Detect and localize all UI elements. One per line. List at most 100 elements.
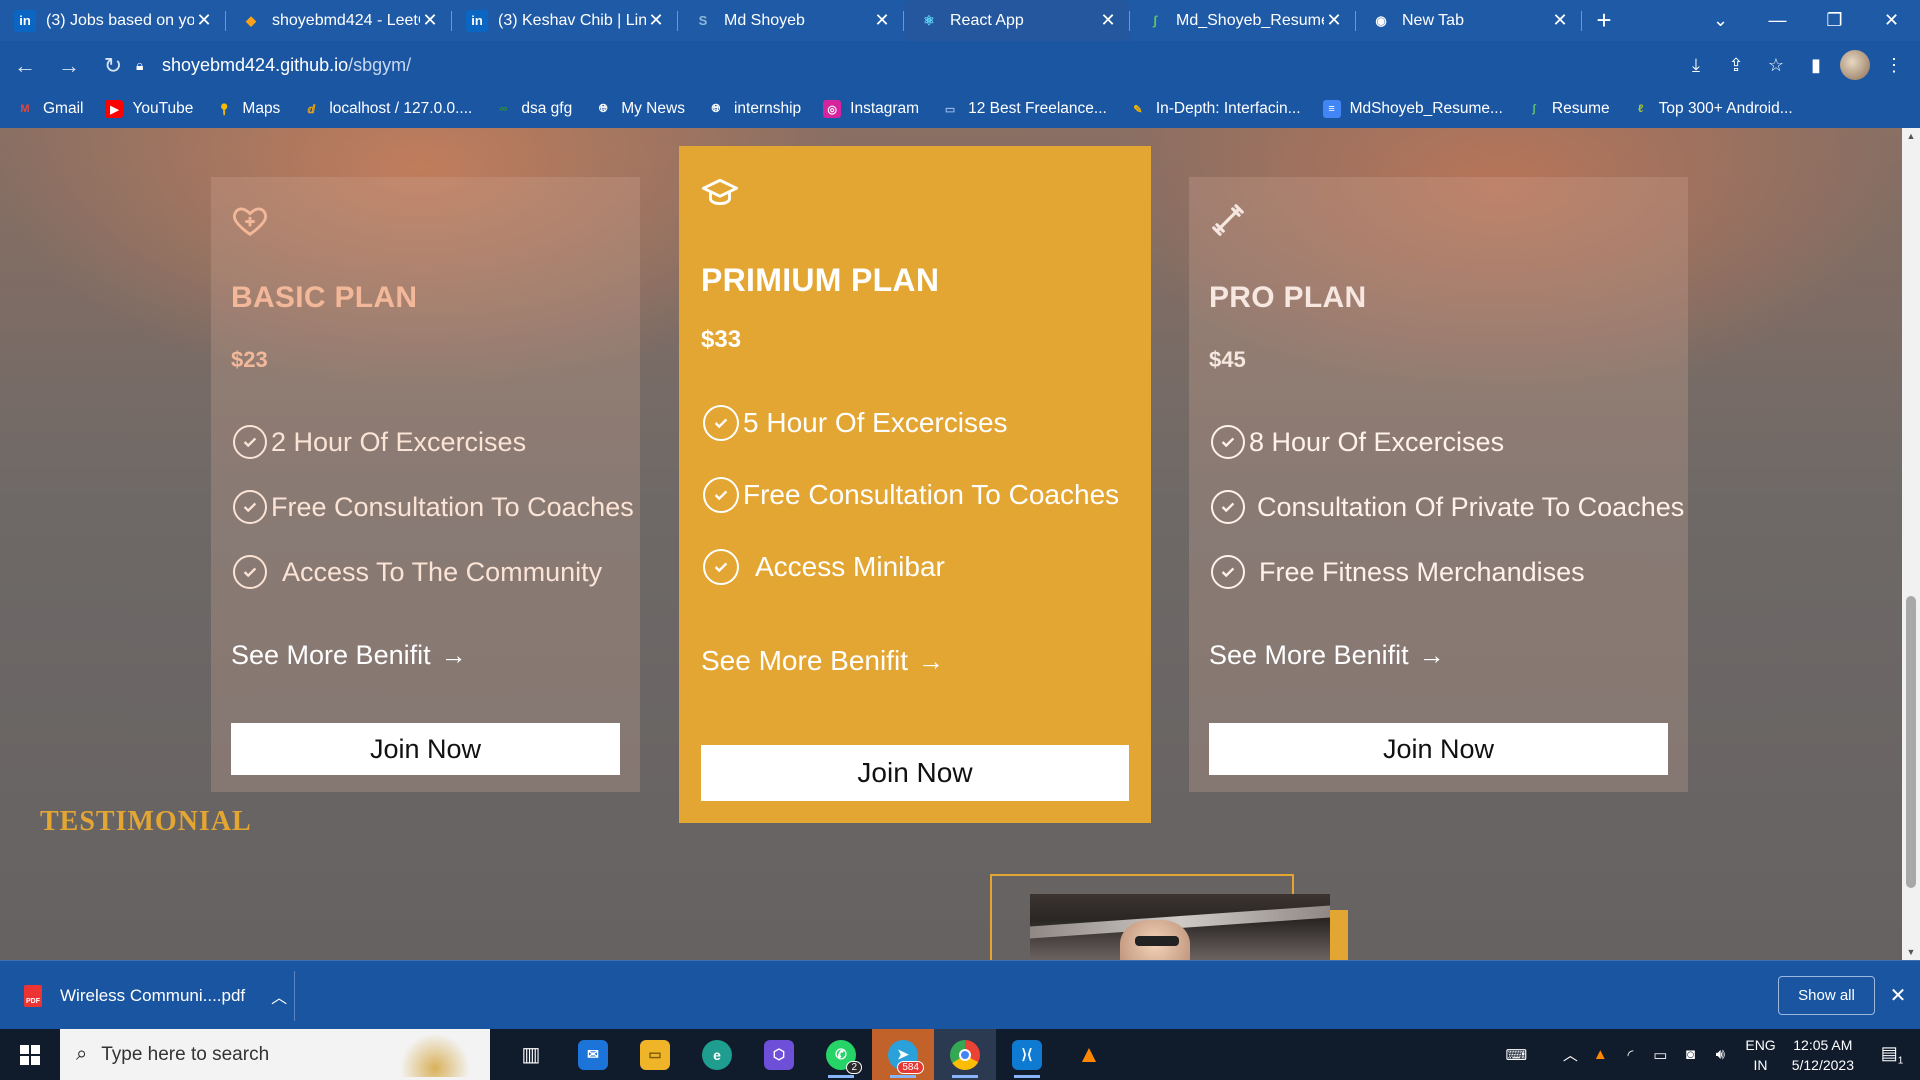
mail-app[interactable]: ✉: [562, 1029, 624, 1080]
close-icon[interactable]: ✕: [194, 10, 214, 31]
file-explorer-app[interactable]: ▭: [624, 1029, 686, 1080]
linkedin-icon: in: [466, 9, 488, 32]
menu-icon[interactable]: ⋮: [1878, 49, 1910, 81]
camera-icon[interactable]: ◙: [1677, 1046, 1703, 1063]
window-controls: ⌄ — ❐ ✕: [1692, 0, 1920, 41]
install-icon[interactable]: ⤓: [1680, 49, 1712, 81]
linkedin-icon: in: [14, 9, 36, 32]
resume-icon: ʃ: [1152, 13, 1158, 28]
bookmark-dsa-gfg[interactable]: ∞ dsa gfg: [494, 100, 572, 118]
tab-jobs[interactable]: in (3) Jobs based on you ✕: [0, 0, 226, 41]
vlc-tray-icon[interactable]: ▲: [1587, 1046, 1613, 1063]
tab-keshav[interactable]: in (3) Keshav Chib | Linke ✕: [452, 0, 678, 41]
vlc-app[interactable]: ▲: [1058, 1029, 1120, 1080]
battery-icon[interactable]: ▭: [1647, 1046, 1673, 1064]
android-icon: ℓ: [1637, 103, 1644, 115]
tab-leetcode[interactable]: ◆ shoyebmd424 - LeetC ✕: [226, 0, 452, 41]
bookmarks-bar: M Gmail ▶ YouTube 📍︎ Maps ⅆ localhost / 127.…: [0, 90, 1920, 128]
task-view-icon: ▥: [521, 1044, 541, 1066]
volume-icon[interactable]: 🔊︎: [1707, 1046, 1733, 1063]
telegram-app[interactable]: ➤ 584: [872, 1029, 934, 1080]
bookmark-android[interactable]: ℓ Top 300+ Android...: [1632, 100, 1793, 118]
close-icon[interactable]: ✕: [1886, 976, 1910, 1015]
toolbar-actions: ⤓ ⇪ ☆ ▮ ⋮: [1680, 47, 1910, 83]
start-button[interactable]: [0, 1029, 60, 1080]
restore-button[interactable]: ❐: [1806, 0, 1863, 41]
plan-price: $33: [701, 326, 742, 353]
join-now-button[interactable]: Join Now: [1209, 723, 1668, 775]
tab-search-icon[interactable]: ⌄: [1692, 0, 1749, 41]
address-bar[interactable]: 🔒︎ shoyebmd424.github.io/sbgym/: [136, 47, 1636, 83]
feature-item: 8 Hour Of Excercises: [1211, 425, 1504, 459]
profile-avatar[interactable]: [1840, 50, 1870, 80]
tab-new-tab[interactable]: ◉ New Tab ✕: [1356, 0, 1582, 41]
plan-price: $45: [1209, 347, 1246, 372]
bookmark-my-news[interactable]: 🌐︎ My News: [594, 100, 685, 118]
bookmark-internship[interactable]: 🌐︎ internship: [707, 100, 802, 118]
bookmark-maps[interactable]: 📍︎ Maps: [215, 100, 280, 118]
show-all-button[interactable]: Show all: [1778, 976, 1875, 1015]
testimonial-heading: TESTIMONIAL: [40, 806, 252, 837]
check-circle-icon: [1211, 425, 1245, 459]
bookmark-localhost[interactable]: ⅆ localhost / 127.0.0....: [302, 100, 472, 118]
bookmark-resume[interactable]: ʃ Resume: [1525, 100, 1610, 118]
scrollbar-thumb[interactable]: [1906, 596, 1916, 888]
page-scrollbar[interactable]: ▲ ▼: [1902, 128, 1920, 960]
chevron-up-icon[interactable]: ︿: [271, 984, 287, 1008]
chrome-app[interactable]: [934, 1029, 996, 1080]
close-icon[interactable]: ✕: [1098, 10, 1118, 31]
close-icon[interactable]: ✕: [420, 10, 440, 31]
download-item[interactable]: PDF Wireless Communi....pdf ︿: [24, 961, 287, 1030]
close-icon[interactable]: ✕: [646, 10, 666, 31]
side-panel-icon[interactable]: ▮: [1800, 49, 1832, 81]
close-icon[interactable]: ✕: [1550, 10, 1570, 31]
tab-title: shoyebmd424 - LeetC: [272, 11, 420, 29]
bookmark-youtube[interactable]: ▶ YouTube: [105, 100, 193, 118]
whatsapp-app[interactable]: ✆ 2: [810, 1029, 872, 1080]
see-more-link[interactable]: See More Benifit →: [231, 640, 467, 671]
new-tab-button[interactable]: +: [1582, 0, 1626, 41]
download-filename: Wireless Communi....pdf: [60, 985, 246, 1005]
notification-center-icon[interactable]: ▤1: [1872, 1043, 1912, 1067]
close-icon[interactable]: ✕: [872, 10, 892, 31]
page-viewport: BASIC PLAN $23 2 Hour Of Excercises Free…: [0, 128, 1902, 960]
scroll-up-icon[interactable]: ▲: [1902, 128, 1920, 144]
vscode-app[interactable]: ⟩⟨: [996, 1029, 1058, 1080]
tab-md-shoyeb[interactable]: S Md Shoyeb ✕: [678, 0, 904, 41]
edge-app[interactable]: e: [686, 1029, 748, 1080]
minimize-button[interactable]: —: [1749, 0, 1806, 41]
wifi-icon[interactable]: ◜: [1617, 1046, 1643, 1064]
close-window-button[interactable]: ✕: [1863, 0, 1920, 41]
edge-icon: e: [702, 1039, 732, 1070]
back-icon[interactable]: ←: [6, 47, 44, 85]
share-icon[interactable]: ⇪: [1720, 49, 1752, 81]
task-view-button[interactable]: ▥: [500, 1029, 562, 1080]
bookmark-in-depth[interactable]: ✎ In-Depth: Interfacin...: [1129, 100, 1300, 118]
copilot-app[interactable]: ⬡: [748, 1029, 810, 1080]
forward-icon[interactable]: →: [50, 47, 88, 85]
bookmark-star-icon[interactable]: ☆: [1760, 49, 1792, 81]
bookmark-gmail[interactable]: M Gmail: [16, 100, 83, 118]
bookmark-instagram[interactable]: ◎ Instagram: [823, 100, 919, 118]
language-indicator[interactable]: ENG IN: [1745, 1035, 1775, 1075]
keyboard-icon[interactable]: ⌨: [1503, 1046, 1529, 1064]
see-more-link[interactable]: See More Benifit →: [1209, 640, 1445, 671]
tab-strip: in (3) Jobs based on you ✕ ◆ shoyebmd424…: [0, 0, 1920, 41]
bookmark-freelance[interactable]: ▭ 12 Best Freelance...: [941, 100, 1107, 118]
taskbar-search[interactable]: ⌕ Type here to search: [60, 1029, 490, 1080]
chevron-up-icon[interactable]: ︿: [1557, 1044, 1583, 1065]
bookmark-resume-doc[interactable]: ≡ MdShoyeb_Resume...: [1322, 100, 1503, 118]
check-circle-icon: [703, 405, 739, 441]
pencil-icon: ✎: [1133, 103, 1143, 116]
scroll-down-icon[interactable]: ▼: [1902, 944, 1920, 960]
close-icon[interactable]: ✕: [1324, 10, 1344, 31]
notification-badge: 584: [897, 1061, 924, 1074]
join-now-button[interactable]: Join Now: [231, 723, 620, 775]
reload-icon[interactable]: ↻: [94, 47, 132, 85]
tab-resume[interactable]: ʃ Md_Shoyeb_Resume ✕: [1130, 0, 1356, 41]
tab-react-app[interactable]: ⚛ React App ✕: [904, 0, 1130, 41]
see-more-link[interactable]: See More Benifit →: [701, 645, 944, 677]
clock[interactable]: 12:05 AM 5/12/2023: [1792, 1035, 1854, 1075]
gmail-icon: M: [20, 103, 30, 115]
join-now-button[interactable]: Join Now: [701, 745, 1129, 801]
